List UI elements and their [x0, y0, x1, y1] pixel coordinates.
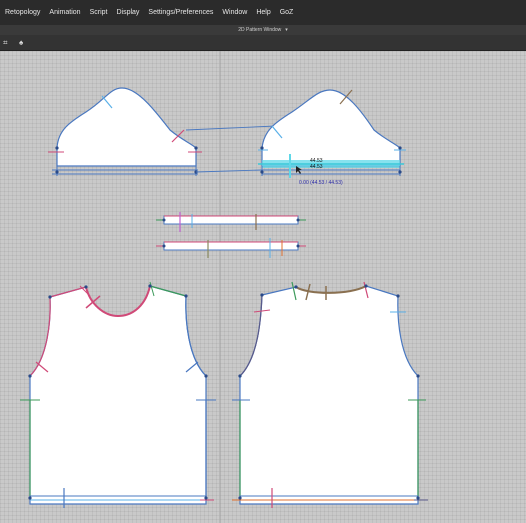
back-body-pattern[interactable] [232, 281, 428, 508]
window-title-text: 2D Pattern Window [238, 27, 282, 33]
chevron-down-icon: ▾ [285, 27, 288, 33]
measure-readout: 0.00 (44.53 / 44.53) [299, 180, 343, 186]
menu-window[interactable]: Window [222, 9, 247, 16]
front-body-pattern[interactable] [20, 281, 216, 508]
menu-bar: Retopology Animation Script Display Sett… [0, 0, 526, 26]
menu-animation[interactable]: Animation [49, 9, 80, 16]
left-sleeve-pattern[interactable] [48, 87, 202, 176]
menu-retopology[interactable]: Retopology [5, 9, 40, 16]
menu-settings-preferences[interactable]: Settings/Preferences [148, 9, 213, 16]
menu-goz[interactable]: GoZ [280, 9, 294, 16]
measure-label-bottom: 44.53 [310, 164, 323, 170]
window-title-dropdown[interactable]: 2D Pattern Window ▾ [0, 25, 526, 35]
neck-band-lower[interactable] [156, 238, 306, 258]
menu-display[interactable]: Display [116, 9, 139, 16]
pattern-select-icon[interactable]: ⌗ [3, 38, 8, 47]
seam-connector-line [185, 125, 277, 131]
pattern-drawing: 44.53 44.53 0.00 (44.53 / 44.53) [20, 51, 428, 523]
pattern-toolbar: ⌗ ♠ [0, 35, 526, 51]
menu-script[interactable]: Script [90, 9, 108, 16]
right-sleeve-pattern[interactable]: 44.53 44.53 0.00 (44.53 / 44.53) [258, 89, 406, 186]
window-title-bar: 2D Pattern Window ▾ [0, 25, 526, 35]
seam-connector-line [195, 169, 263, 173]
shirt-icon[interactable]: ♠ [19, 38, 23, 47]
app-window: Retopology Animation Script Display Sett… [0, 0, 526, 523]
menu-help[interactable]: Help [256, 9, 270, 16]
neck-band-upper[interactable] [156, 212, 306, 232]
pattern-canvas[interactable]: 44.53 44.53 0.00 (44.53 / 44.53) [0, 51, 526, 523]
